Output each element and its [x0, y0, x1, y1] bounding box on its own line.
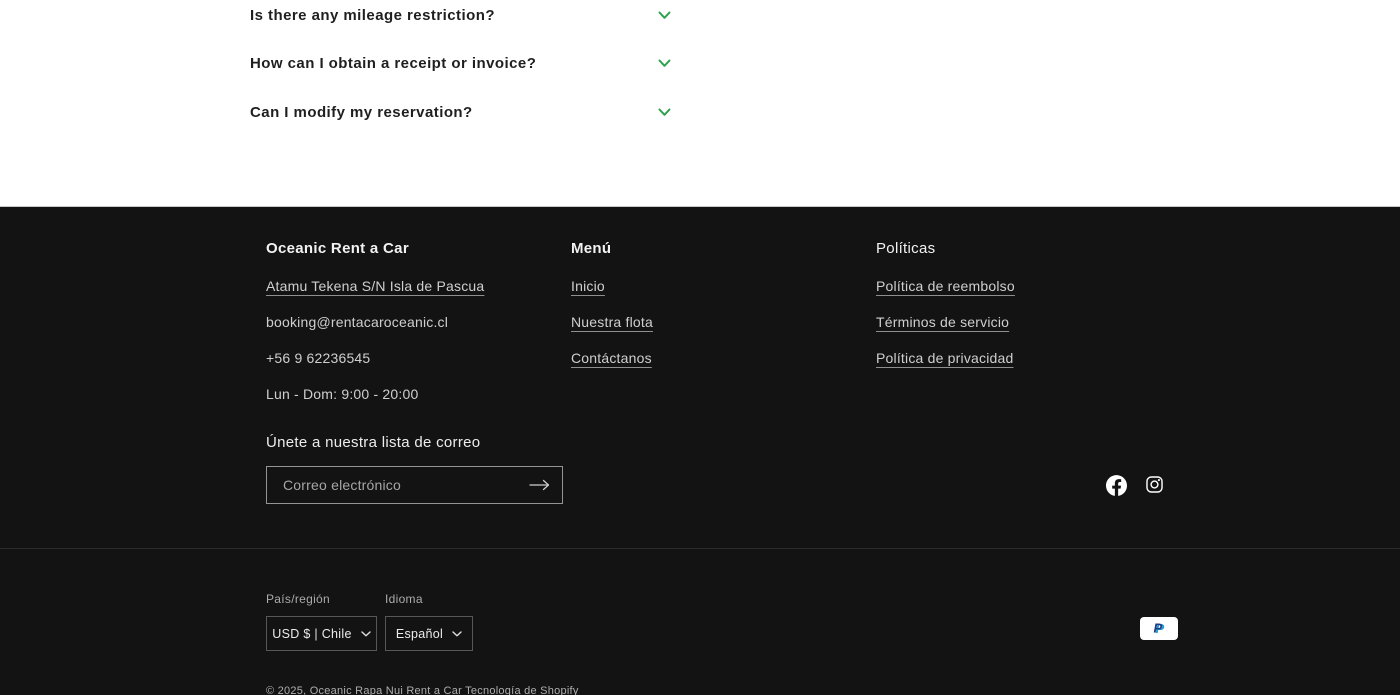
footer-link-address[interactable]: Atamu Tekena S/N Isla de Pascua [266, 278, 484, 295]
faq-question: How can I obtain a receipt or invoice? [250, 55, 536, 72]
svg-text:P: P [1154, 620, 1163, 635]
chevron-down-icon [452, 631, 462, 637]
footer-link-terms[interactable]: Términos de servicio [876, 314, 1015, 331]
footer-heading: Oceanic Rent a Car [266, 240, 484, 258]
faq-question: Is there any mileage restriction? [250, 7, 495, 24]
chevron-down-icon [658, 59, 671, 68]
facebook-link[interactable] [1106, 475, 1127, 496]
faq-item-mileage[interactable]: Is there any mileage restriction? [250, 4, 671, 26]
footer-heading: Menú [571, 240, 653, 258]
footer-column-policies: Políticas Política de reembolso Términos… [876, 240, 1015, 386]
footer-text-email: booking@rentacaroceanic.cl [266, 314, 484, 331]
footer-column-contact: Oceanic Rent a Car Atamu Tekena S/N Isla… [266, 240, 484, 422]
footer-divider [0, 548, 1400, 549]
faq-item-receipt[interactable]: How can I obtain a receipt or invoice? [250, 52, 671, 74]
country-region-label: País/región [266, 592, 330, 606]
newsletter-submit-button[interactable] [518, 467, 562, 503]
language-label: Idioma [385, 592, 423, 606]
footer-link-inicio[interactable]: Inicio [571, 278, 653, 295]
chevron-down-icon [361, 631, 371, 637]
faq-item-modify[interactable]: Can I modify my reservation? [250, 101, 671, 123]
language-selector[interactable]: Español [385, 616, 473, 651]
footer: Oceanic Rent a Car Atamu Tekena S/N Isla… [0, 206, 1400, 695]
footer-heading: Políticas [876, 240, 1015, 258]
footer-text-phone: +56 9 62236545 [266, 350, 484, 367]
newsletter-heading: Únete a nuestra lista de correo [266, 434, 480, 452]
instagram-icon [1145, 475, 1164, 494]
newsletter-email-input[interactable] [267, 467, 518, 503]
newsletter-field [266, 466, 563, 504]
instagram-link[interactable] [1145, 475, 1164, 494]
page: Is there any mileage restriction? How ca… [0, 0, 1400, 695]
country-region-selector[interactable]: USD $ | Chile [266, 616, 377, 651]
paypal-icon: P P [1151, 620, 1167, 637]
arrow-right-icon [529, 479, 551, 491]
country-region-value: USD $ | Chile [272, 627, 351, 641]
footer-link-contacto[interactable]: Contáctanos [571, 350, 653, 367]
footer-link-flota[interactable]: Nuestra flota [571, 314, 653, 331]
footer-link-privacy[interactable]: Política de privacidad [876, 350, 1015, 367]
facebook-icon [1106, 475, 1127, 496]
footer-column-menu: Menú Inicio Nuestra flota Contáctanos [571, 240, 653, 386]
paypal-badge: P P [1140, 617, 1178, 640]
faq-question: Can I modify my reservation? [250, 104, 473, 121]
footer-link-refund-policy[interactable]: Política de reembolso [876, 278, 1015, 295]
language-value: Español [396, 627, 443, 641]
chevron-down-icon [658, 108, 671, 117]
copyright-text: © 2025, Oceanic Rapa Nui Rent a Car Tecn… [266, 684, 579, 695]
chevron-down-icon [658, 11, 671, 20]
footer-text-hours: Lun - Dom: 9:00 - 20:00 [266, 386, 484, 403]
